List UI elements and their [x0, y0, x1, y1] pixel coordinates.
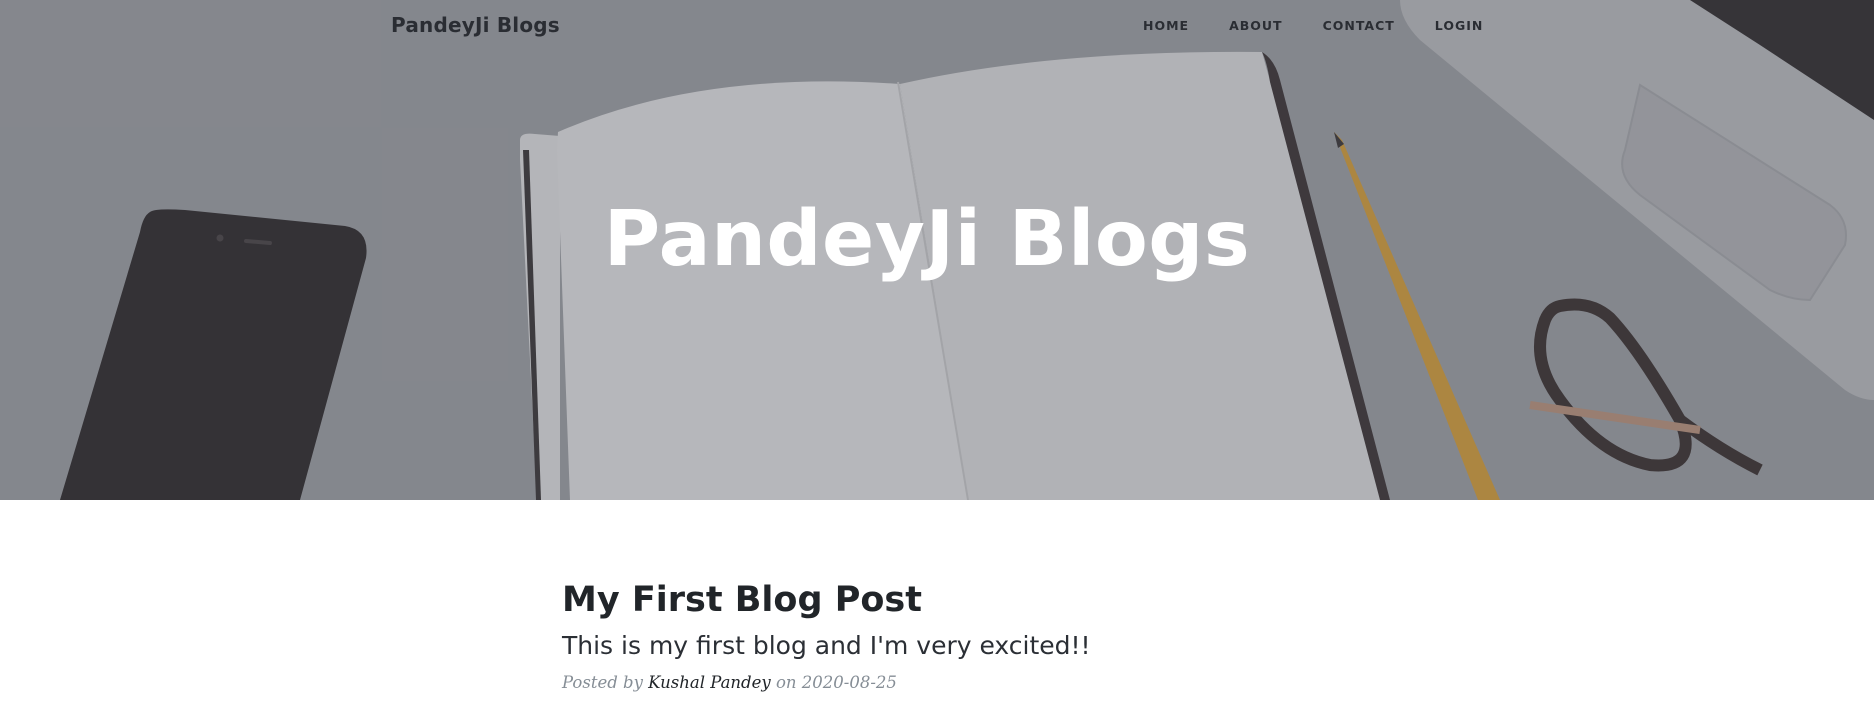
hero-heading: PandeyJi Blogs [603, 195, 1251, 284]
post-meta-prefix: Posted by [562, 673, 649, 692]
nav-link-login[interactable]: LOGIN [1435, 18, 1484, 33]
nav-links: HOME ABOUT CONTACT LOGIN [1143, 18, 1523, 33]
page: PandeyJi Blogs HOME ABOUT CONTACT LOGIN … [0, 0, 1874, 724]
post-meta: Posted by Kushal Pandey on 2020-08-25 [562, 671, 1322, 695]
post-preview: My First Blog Post This is my first blog… [562, 576, 1322, 695]
nav-link-about[interactable]: ABOUT [1229, 18, 1283, 33]
post-author-link[interactable]: Kushal Pandey [648, 673, 771, 692]
navbar-brand-link[interactable]: PandeyJi Blogs [391, 13, 560, 37]
post-meta-on: on [770, 673, 802, 692]
nav-link-contact[interactable]: CONTACT [1323, 18, 1395, 33]
post-title-link[interactable]: My First Blog Post [562, 576, 1322, 624]
main-navbar: PandeyJi Blogs HOME ABOUT CONTACT LOGIN [0, 0, 1874, 54]
post-date: 2020-08-25 [801, 673, 897, 692]
hero-header: PandeyJi Blogs HOME ABOUT CONTACT LOGIN … [0, 0, 1874, 500]
post-subtitle: This is my first blog and I'm very excit… [562, 631, 1091, 660]
nav-link-home[interactable]: HOME [1143, 18, 1189, 33]
